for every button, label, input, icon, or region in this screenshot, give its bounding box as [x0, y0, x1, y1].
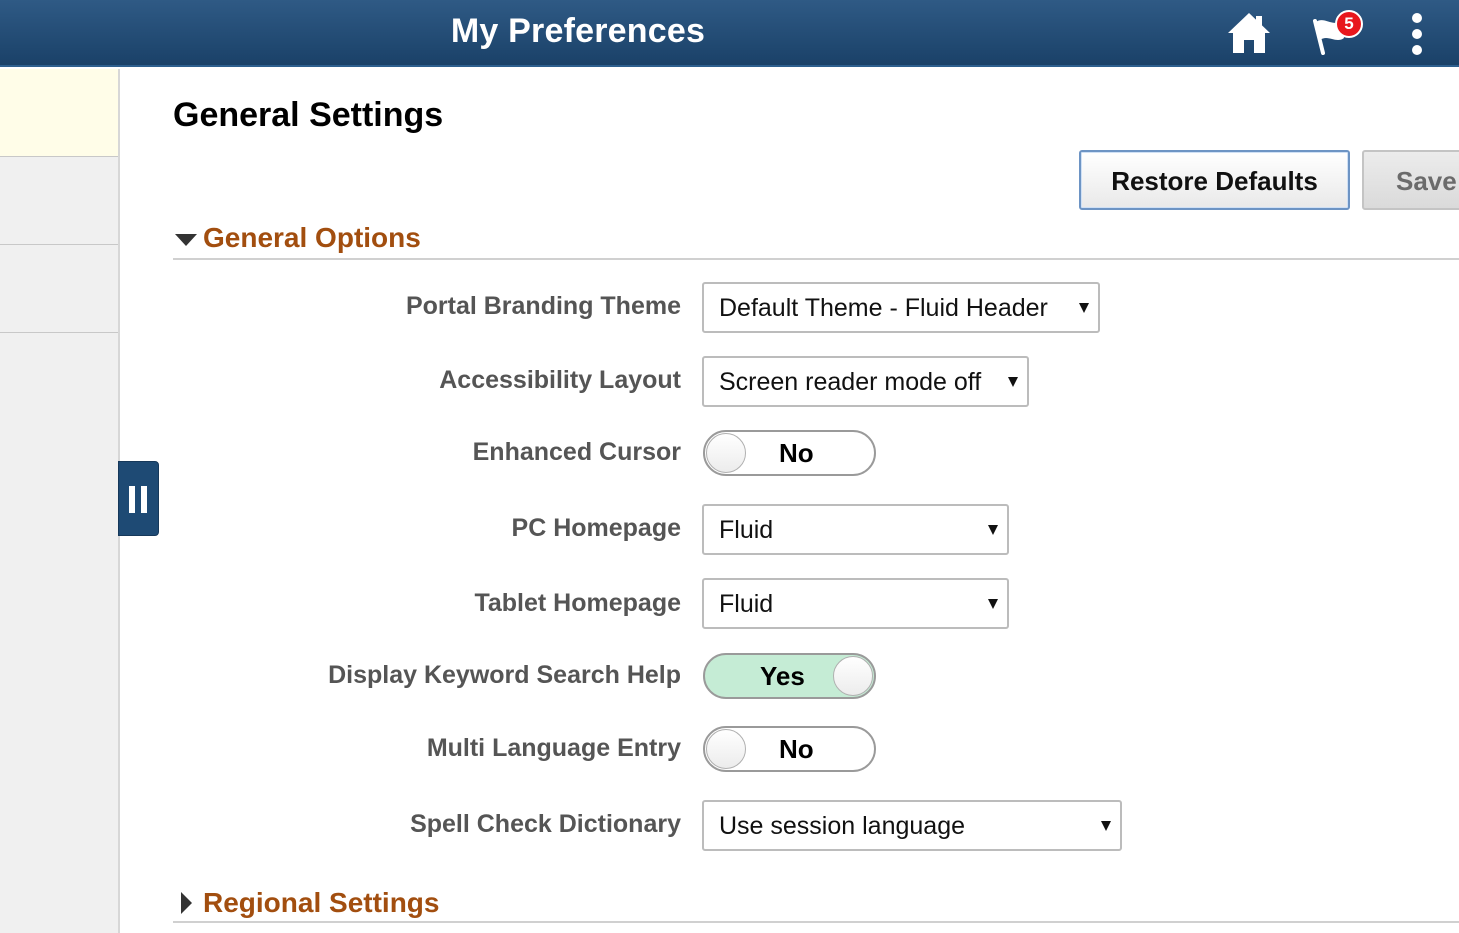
notification-count-badge: 5 — [1335, 10, 1363, 38]
home-icon — [1228, 13, 1270, 53]
toggle-knob — [706, 729, 746, 769]
actions-menu-button[interactable] — [1395, 8, 1445, 58]
collapsed-triangle-icon — [181, 892, 192, 914]
portal-branding-theme-label: Portal Branding Theme — [405, 292, 681, 320]
restore-defaults-button[interactable]: Restore Defaults — [1079, 150, 1350, 210]
select-value: Default Theme - Fluid Header — [719, 294, 1048, 322]
dropdown-arrow-icon — [988, 599, 998, 609]
notifications-button[interactable]: 5 — [1308, 8, 1363, 58]
keyword-search-help-toggle[interactable]: Yes — [703, 653, 876, 699]
toggle-state: No — [779, 734, 814, 764]
multi-language-entry-toggle[interactable]: No — [703, 726, 876, 772]
tablet-homepage-label: Tablet Homepage — [474, 589, 681, 617]
sidebar-item[interactable] — [0, 157, 118, 245]
spell-check-dictionary-select[interactable]: Use session language — [702, 800, 1122, 851]
enhanced-cursor-label: Enhanced Cursor — [472, 438, 681, 466]
select-value: Use session language — [719, 812, 965, 840]
home-button[interactable] — [1224, 8, 1274, 58]
left-sidebar — [0, 69, 120, 933]
accessibility-layout-select[interactable]: Screen reader mode off — [702, 356, 1029, 407]
section-title: Regional Settings — [203, 887, 440, 918]
accessibility-layout-label: Accessibility Layout — [439, 366, 681, 394]
sidebar-item-selected[interactable] — [0, 69, 118, 157]
toggle-state: Yes — [760, 661, 805, 691]
toggle-knob — [706, 433, 746, 473]
page-title: General Settings — [173, 96, 444, 134]
dropdown-arrow-icon — [1079, 303, 1089, 313]
section-general-options[interactable]: General Options — [173, 220, 1459, 260]
multi-language-entry-label: Multi Language Entry — [426, 734, 681, 762]
sidebar-collapse-button[interactable] — [118, 461, 159, 536]
portal-branding-theme-select[interactable]: Default Theme - Fluid Header — [702, 282, 1100, 333]
dropdown-arrow-icon — [1101, 821, 1111, 831]
select-value: Fluid — [719, 516, 774, 544]
section-title: General Options — [203, 222, 421, 253]
section-regional-settings[interactable]: Regional Settings — [173, 884, 1459, 923]
pc-homepage-select[interactable]: Fluid — [702, 504, 1009, 555]
dropdown-arrow-icon — [988, 525, 998, 535]
pc-homepage-label: PC Homepage — [511, 514, 681, 542]
select-value: Fluid — [719, 590, 774, 618]
dropdown-arrow-icon — [1008, 377, 1018, 387]
page-header-title: My Preferences — [450, 12, 706, 50]
keyword-search-help-label: Display Keyword Search Help — [328, 661, 681, 689]
toggle-state: No — [779, 438, 814, 468]
vertical-ellipsis-icon — [1412, 13, 1422, 55]
select-value: Screen reader mode off — [719, 368, 982, 396]
enhanced-cursor-toggle[interactable]: No — [703, 430, 876, 476]
toggle-knob — [833, 656, 873, 696]
sidebar-item[interactable] — [0, 245, 118, 333]
spell-check-dictionary-label: Spell Check Dictionary — [410, 810, 681, 838]
tablet-homepage-select[interactable]: Fluid — [702, 578, 1009, 629]
save-button[interactable]: Save — [1362, 150, 1459, 210]
app-header: My Preferences 5 — [0, 0, 1459, 67]
expanded-triangle-icon — [175, 234, 197, 246]
